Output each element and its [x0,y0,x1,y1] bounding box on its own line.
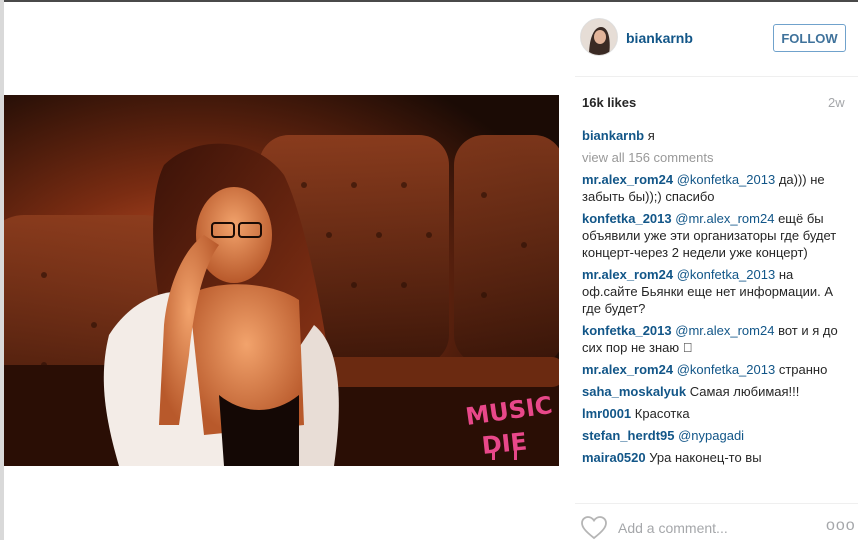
comment-mention[interactable]: @konfetka_2013 [677,172,776,187]
caption-text: я [647,128,655,143]
comments-list: biankarnb я view all 156 comments mr.ale… [582,127,844,499]
comment-username[interactable]: mr.alex_rom24 [582,172,673,187]
caption-username[interactable]: biankarnb [582,128,644,143]
footer-divider [575,503,858,504]
comment-text: Красотка [634,406,690,421]
add-comment-input[interactable]: Add a comment... [618,520,728,536]
comment-mention[interactable]: @nypagadi [678,428,744,443]
view-all-comments-link[interactable]: view all 156 comments [582,149,844,166]
comment-item: saha_moskalyuk Самая любимая!!! [582,383,844,400]
likes-count[interactable]: 16k likes [582,95,636,110]
comment-item: mr.alex_rom24 @konfetka_2013 да))) не за… [582,171,844,205]
comment-item: stefan_herdt95 @nypagadi [582,427,844,444]
music-die-watermark: MUSIC DIE [464,391,554,460]
caption: biankarnb я [582,127,844,144]
comment-username[interactable]: saha_moskalyuk [582,384,686,399]
more-options-icon[interactable]: ooo [826,517,856,535]
comment-username[interactable]: konfetka_2013 [582,323,672,338]
comment-text: Самая любимая!!! [689,384,800,399]
user-avatar[interactable] [580,18,618,56]
comment-username[interactable]: maira0520 [582,450,646,465]
comment-item: maira0520 Ура наконец-то вы [582,449,844,466]
comment-mention[interactable]: @konfetka_2013 [677,362,776,377]
svg-text:MUSIC: MUSIC [464,391,554,431]
comment-text: Ура наконец-то вы [649,450,762,465]
comment-item: mr.alex_rom24 @konfetka_2013 странно [582,361,844,378]
follow-button[interactable]: FOLLOW [773,24,846,52]
comment-username[interactable]: mr.alex_rom24 [582,362,673,377]
svg-text:DIE: DIE [480,427,528,460]
comment-mention[interactable]: @konfetka_2013 [677,267,776,282]
comment-item: konfetka_2013 @mr.alex_rom24 вот и я до … [582,322,844,356]
comment-text: странно [778,362,828,377]
avatar-image [581,19,617,55]
window-top-border [0,0,858,2]
comment-username[interactable]: lmr0001 [582,406,631,421]
comment-item: mr.alex_rom24 @konfetka_2013 на оф.сайте… [582,266,844,317]
post-username[interactable]: biankarnb [626,30,693,46]
heart-icon[interactable] [581,516,607,540]
comment-item: konfetka_2013 @mr.alex_rom24 ещё бы объя… [582,210,844,261]
comment-item: lmr0001 Красотка [582,405,844,422]
comment-username[interactable]: konfetka_2013 [582,211,672,226]
post-time[interactable]: 2w [828,95,845,110]
comment-username[interactable]: mr.alex_rom24 [582,267,673,282]
comment-username[interactable]: stefan_herdt95 [582,428,674,443]
comment-mention[interactable]: @mr.alex_rom24 [675,211,774,226]
header-divider [575,76,858,77]
comment-mention[interactable]: @mr.alex_rom24 [675,323,774,338]
